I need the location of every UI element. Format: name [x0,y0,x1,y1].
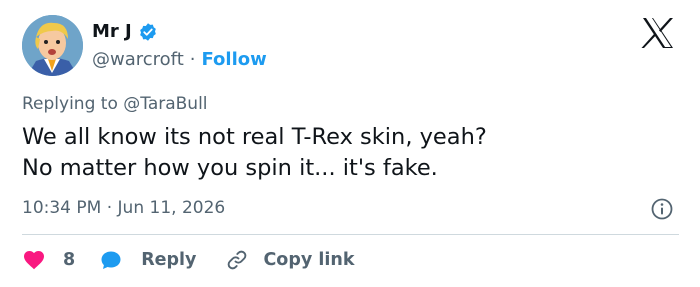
like-button[interactable]: 8 [22,248,75,272]
user-handle[interactable]: @warcroft [92,49,184,70]
follow-button[interactable]: Follow [201,49,266,70]
author-row: Mr J [92,21,158,42]
copy-link-button[interactable]: Copy link [225,248,354,272]
tweet-date: Jun 11, 2026 [117,198,226,218]
replying-to-prefix: Replying to [22,94,118,114]
action-bar: 8 Reply Copy link [22,247,354,273]
heart-icon [24,251,44,270]
x-logo-icon[interactable] [641,17,675,49]
link-icon [228,250,247,270]
verified-badge-icon [139,22,156,41]
avatar[interactable] [22,15,83,76]
like-count: 8 [63,250,76,270]
reply-bubble-icon [101,251,121,269]
separator-dot: · [106,198,113,218]
tweet-line: No matter how you spin it... it's fake. [22,155,438,181]
tweet-line: We all know its not real T-Rex skin, yea… [22,124,487,150]
separator-dot: · [189,49,196,70]
info-icon[interactable] [650,197,674,221]
copy-link-label: Copy link [263,250,355,270]
timestamp[interactable]: 10:34 PM · Jun 11, 2026 [22,198,225,218]
reply-button[interactable]: Reply [99,248,196,272]
tweet-time: 10:34 PM [22,198,102,218]
reply-mention-link[interactable]: @TaraBull [123,94,207,114]
display-name[interactable]: Mr J [92,21,132,42]
replying-to: Replying to @TaraBull [22,94,208,114]
reply-label: Reply [141,250,197,270]
tweet-text: We all know its not real T-Rex skin, yea… [22,122,487,184]
divider [22,234,679,235]
handle-row: @warcroft · Follow [92,49,267,70]
